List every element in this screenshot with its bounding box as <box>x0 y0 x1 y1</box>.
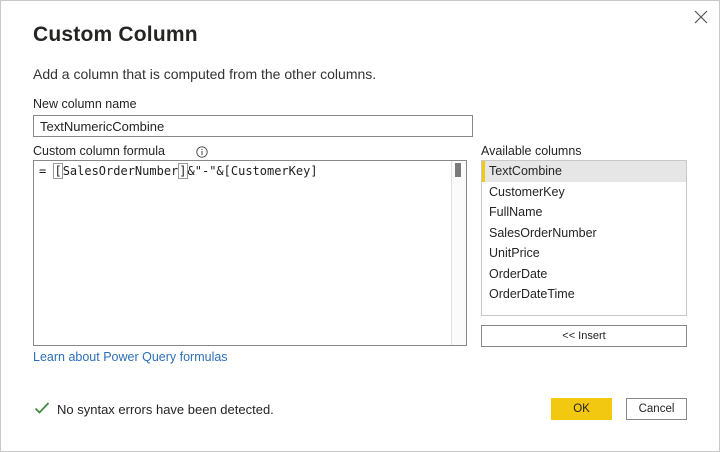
new-column-name-label: New column name <box>33 97 137 111</box>
formula-rest: &"-"&[CustomerKey] <box>187 164 318 178</box>
available-column-item[interactable]: OrderDateTime <box>482 284 686 305</box>
dialog-title: Custom Column <box>33 23 198 46</box>
formula-close-bracket: ] <box>178 163 188 179</box>
custom-column-dialog: Custom Column Add a column that is compu… <box>0 0 720 452</box>
formula-text[interactable]: = [SalesOrderNumber]&"-"&[CustomerKey] <box>39 163 318 179</box>
available-column-item[interactable]: FullName <box>482 202 686 223</box>
formula-label: Custom column formula <box>33 144 165 158</box>
available-columns-list[interactable]: TextCombine CustomerKey FullName SalesOr… <box>481 160 687 316</box>
formula-scrollbar[interactable] <box>451 161 466 345</box>
new-column-name-input[interactable] <box>33 115 473 137</box>
available-columns-label: Available columns <box>481 144 582 158</box>
dialog-description: Add a column that is computed from the o… <box>33 66 377 82</box>
available-column-item[interactable]: SalesOrderNumber <box>482 223 686 244</box>
syntax-status-text: No syntax errors have been detected. <box>57 402 274 417</box>
available-column-item[interactable]: CustomerKey <box>482 182 686 203</box>
formula-prefix: = <box>39 164 54 178</box>
cancel-button[interactable]: Cancel <box>626 398 687 420</box>
formula-column-ref: SalesOrderNumber <box>62 164 179 178</box>
available-column-item[interactable]: UnitPrice <box>482 243 686 264</box>
insert-button[interactable]: << Insert <box>481 325 687 347</box>
learn-power-query-link[interactable]: Learn about Power Query formulas <box>33 350 228 364</box>
formula-editor[interactable]: = [SalesOrderNumber]&"-"&[CustomerKey] <box>33 160 467 346</box>
close-icon[interactable] <box>691 7 711 27</box>
formula-scrollbar-thumb[interactable] <box>455 163 461 177</box>
available-column-item[interactable]: TextCombine <box>482 161 686 182</box>
checkmark-icon <box>34 401 50 415</box>
available-column-item[interactable]: OrderDate <box>482 264 686 285</box>
info-icon[interactable] <box>196 145 208 158</box>
formula-open-bracket: [ <box>53 163 63 179</box>
ok-button[interactable]: OK <box>551 398 612 420</box>
